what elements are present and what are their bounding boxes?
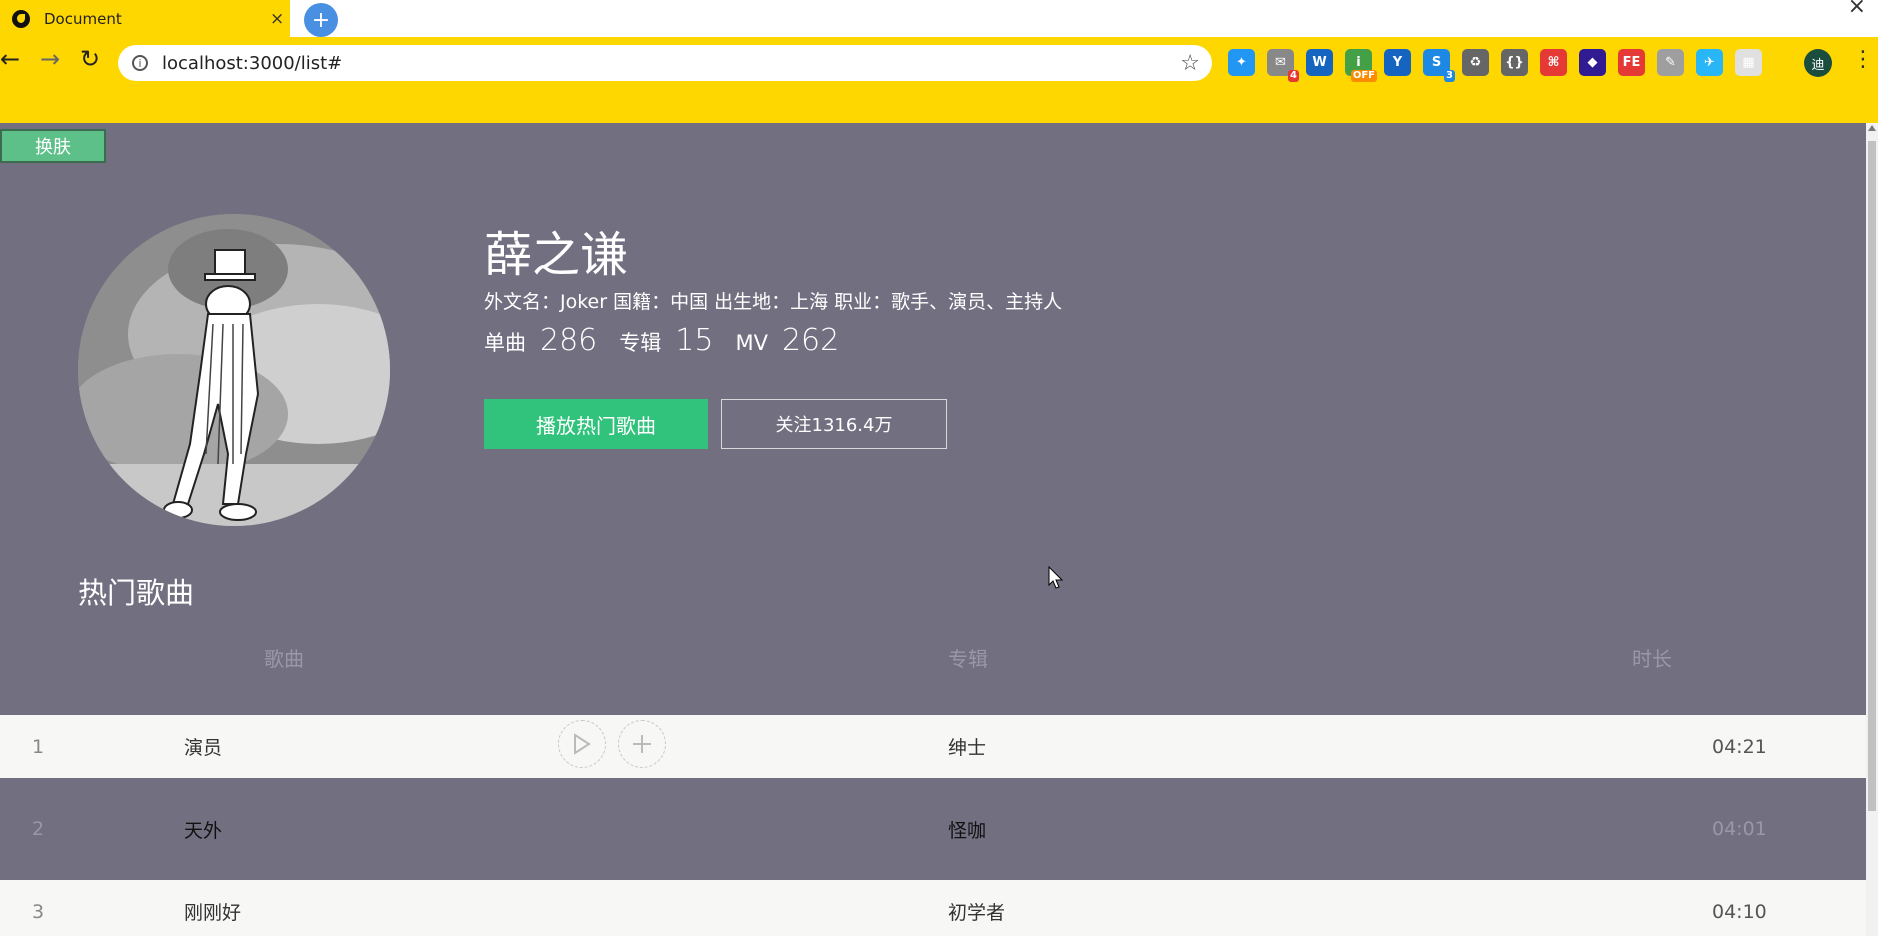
- table-row[interactable]: 1 演员 绅士 04:21: [0, 715, 1866, 778]
- song-name[interactable]: 天外: [184, 778, 222, 880]
- window-close-icon[interactable]: ×: [1848, 0, 1866, 19]
- extension-badge: 3: [1444, 70, 1455, 82]
- extension-glyph: FE: [1622, 55, 1641, 70]
- fe-icon[interactable]: FE: [1618, 49, 1645, 76]
- page-favicon-icon: [12, 9, 30, 28]
- extension-badge: OFF: [1350, 70, 1377, 82]
- address-bar[interactable]: i localhost:3000/list# ☆: [118, 45, 1212, 81]
- new-tab-button[interactable]: +: [304, 3, 338, 37]
- scroll-thumb[interactable]: [1868, 141, 1876, 811]
- site-info-icon[interactable]: i: [132, 55, 148, 71]
- extension-glyph: ✦: [1236, 55, 1247, 70]
- browser-toolbar: ← → ↻ i localhost:3000/list# ☆ ✦ ✉ 4 Wi OFF Y…: [0, 37, 1878, 149]
- vue-icon[interactable]: Y: [1384, 49, 1411, 76]
- play-song-button[interactable]: [558, 720, 606, 768]
- extension-glyph: i: [1356, 55, 1361, 70]
- extension-glyph: Y: [1392, 55, 1403, 70]
- json-icon[interactable]: {}: [1501, 49, 1528, 76]
- song-number: 3: [32, 900, 45, 923]
- sitemap-icon[interactable]: ⌘: [1540, 49, 1567, 76]
- browser-tabstrip: Document × + ×: [0, 0, 1878, 37]
- table-row[interactable]: 2 天外 怪咖 04:01: [0, 778, 1866, 880]
- song-duration: 04:10: [1712, 900, 1767, 923]
- add-song-button[interactable]: [618, 720, 666, 768]
- profile-avatar[interactable]: 迪: [1804, 49, 1832, 77]
- song-number: 1: [32, 735, 45, 758]
- compass-icon[interactable]: ✈: [1696, 49, 1723, 76]
- row-actions: [558, 720, 666, 768]
- song-number: 2: [32, 818, 45, 840]
- reload-icon[interactable]: ↻: [80, 45, 100, 73]
- bird-icon[interactable]: ✦: [1228, 49, 1255, 76]
- calendar-icon[interactable]: ▦: [1735, 49, 1762, 76]
- forward-arrow-icon[interactable]: →: [40, 45, 60, 73]
- extension-glyph: {}: [1505, 55, 1524, 70]
- extension-glyph: W: [1312, 55, 1327, 70]
- extension-glyph: ◆: [1587, 55, 1598, 70]
- extension-glyph: ⌘: [1547, 55, 1560, 70]
- tab-close-icon[interactable]: ×: [270, 9, 284, 29]
- url-text[interactable]: localhost:3000/list#: [162, 53, 1180, 74]
- extension-glyph: ✉: [1275, 55, 1286, 70]
- extension-badge: 4: [1288, 70, 1299, 82]
- bookmark-star-icon[interactable]: ☆: [1180, 51, 1200, 76]
- diamond-icon[interactable]: ◆: [1579, 49, 1606, 76]
- song-table: 1 演员 绅士 04:21 2 天外 怪咖 04:01 3 刚刚好 初学者 04…: [0, 123, 1866, 936]
- extension-glyph: ✎: [1665, 55, 1676, 70]
- song-album[interactable]: 初学者: [948, 880, 1005, 936]
- back-arrow-icon[interactable]: ←: [0, 45, 20, 73]
- tab-title: Document: [44, 9, 122, 28]
- song-name[interactable]: 演员: [184, 715, 222, 778]
- table-row[interactable]: 3 刚刚好 初学者 04:10: [0, 880, 1866, 936]
- plus-icon: [633, 735, 651, 753]
- info-toggle-icon[interactable]: i OFF: [1345, 49, 1377, 82]
- extension-glyph: S: [1431, 55, 1442, 70]
- extensions-bar: ✦ ✉ 4 Wi OFF Y S 3 ♻ {} ⌘ ◆ FE ✎ ✈ ▦: [1228, 49, 1762, 82]
- recycle-icon[interactable]: ♻: [1462, 49, 1489, 76]
- song-duration: 04:21: [1712, 735, 1767, 758]
- extension-glyph: ♻: [1469, 55, 1482, 70]
- extension-glyph: ▦: [1742, 55, 1755, 70]
- song-name[interactable]: 刚刚好: [184, 880, 241, 936]
- word-icon[interactable]: W: [1306, 49, 1333, 76]
- browser-tab[interactable]: Document ×: [0, 0, 290, 37]
- song-album[interactable]: 绅士: [948, 715, 986, 778]
- extension-glyph: ✈: [1704, 55, 1715, 70]
- song-duration: 04:01: [1712, 818, 1767, 840]
- song-album[interactable]: 怪咖: [948, 778, 986, 880]
- scroll-up-icon[interactable]: [1868, 125, 1876, 131]
- browser-menu-icon[interactable]: ⋮: [1852, 47, 1874, 72]
- page-scrollbar[interactable]: [1866, 123, 1878, 936]
- mail-icon[interactable]: ✉ 4: [1267, 49, 1299, 82]
- play-icon: [574, 733, 591, 755]
- feather-icon[interactable]: ✎: [1657, 49, 1684, 76]
- s-icon[interactable]: S3: [1423, 49, 1455, 82]
